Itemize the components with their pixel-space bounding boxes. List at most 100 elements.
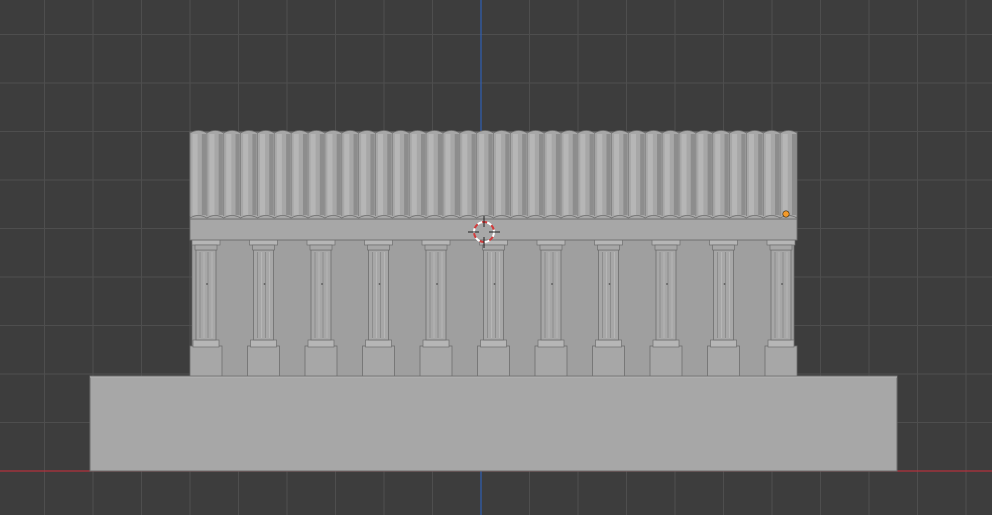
column-shaft bbox=[425, 249, 447, 341]
frieze-flute-highlight bbox=[732, 134, 738, 215]
object-origin-point[interactable] bbox=[782, 210, 790, 218]
vertex-dot bbox=[436, 283, 438, 285]
column-capital bbox=[249, 239, 278, 246]
column-capital bbox=[594, 239, 623, 246]
frieze-flute-shadow bbox=[690, 134, 695, 215]
3d-viewport[interactable] bbox=[0, 0, 992, 515]
frieze-flute-shadow bbox=[454, 134, 459, 215]
frieze-flute-highlight bbox=[428, 134, 434, 215]
frieze-scallop-top bbox=[678, 130, 697, 134]
frieze-flute-highlight bbox=[496, 134, 502, 215]
frieze-flute-highlight bbox=[647, 134, 653, 215]
column-plinth bbox=[477, 345, 510, 377]
frieze-flute-highlight bbox=[748, 134, 755, 215]
frieze-flute-highlight bbox=[546, 134, 552, 215]
column-plinth bbox=[764, 345, 798, 377]
frieze-flute-shadow bbox=[572, 134, 577, 215]
fluted-frieze[interactable] bbox=[189, 130, 798, 220]
frieze-scallop-top bbox=[543, 130, 562, 134]
column-shaft bbox=[598, 249, 619, 341]
frieze-scallop-top bbox=[425, 130, 444, 134]
frieze-flute-highlight bbox=[243, 134, 249, 215]
column-capital bbox=[421, 239, 451, 246]
frieze-flute-highlight bbox=[529, 134, 535, 215]
column-base-ring bbox=[767, 339, 795, 348]
frieze-flute-shadow bbox=[420, 134, 426, 215]
column-plinth bbox=[189, 345, 223, 377]
frieze-flute-shadow bbox=[741, 134, 746, 215]
frieze-flute-highlight bbox=[462, 134, 468, 215]
frieze-flute-highlight bbox=[681, 134, 687, 215]
column-plinth bbox=[592, 345, 625, 377]
frieze-flute-highlight bbox=[394, 134, 400, 215]
column-capital bbox=[364, 239, 393, 246]
column-plinth bbox=[419, 345, 453, 377]
frieze-flute-highlight bbox=[597, 134, 603, 215]
frieze-scallop-top bbox=[712, 130, 730, 134]
vertex-dot bbox=[608, 283, 611, 285]
column-base-ring bbox=[652, 339, 680, 348]
frieze-flute-highlight bbox=[715, 134, 721, 215]
frieze-flute-shadow bbox=[505, 134, 510, 215]
frieze-scallop-top bbox=[577, 130, 595, 134]
column-shaft bbox=[770, 249, 792, 341]
column-shaft bbox=[713, 249, 734, 341]
frieze-scallop-top bbox=[628, 130, 646, 134]
column-plinth bbox=[707, 345, 740, 377]
frieze-flute-highlight bbox=[512, 134, 518, 215]
frieze-flute-shadow bbox=[235, 134, 240, 215]
frieze-scallop-top bbox=[307, 130, 326, 134]
column-base-ring bbox=[365, 339, 392, 348]
frieze-scallop-top bbox=[392, 130, 410, 134]
column-plinth bbox=[247, 345, 280, 377]
frieze-flute-highlight bbox=[782, 134, 788, 215]
frieze-flute-highlight bbox=[226, 134, 232, 215]
frieze-scallop-top bbox=[493, 130, 511, 134]
viewport-canvas[interactable] bbox=[0, 0, 992, 515]
column-shaft bbox=[368, 249, 389, 341]
column-capital-neck bbox=[252, 244, 275, 251]
column-capital bbox=[651, 239, 681, 246]
column-capital bbox=[766, 239, 796, 246]
frieze-flute-shadow bbox=[606, 134, 611, 215]
vertex-dot bbox=[781, 283, 783, 285]
vertex-dot bbox=[551, 283, 553, 285]
column-base-ring bbox=[537, 339, 565, 348]
frieze-flute-highlight bbox=[445, 134, 451, 215]
frieze-flute-highlight bbox=[310, 134, 316, 215]
frieze-scallop-top bbox=[763, 130, 781, 134]
column-capital-neck bbox=[482, 244, 505, 251]
frieze-flute-shadow bbox=[286, 134, 291, 215]
frieze-flute-shadow bbox=[319, 134, 325, 215]
frieze-flute-shadow bbox=[269, 134, 274, 215]
frieze-scallop-top bbox=[476, 130, 494, 134]
column-shaft bbox=[195, 249, 217, 341]
column-shaft bbox=[310, 249, 332, 341]
temple-mesh[interactable] bbox=[89, 130, 898, 472]
column-shaft bbox=[483, 249, 504, 341]
frieze-flute-shadow bbox=[623, 134, 628, 215]
frieze-flute-shadow bbox=[775, 134, 780, 215]
frieze-flute-shadow bbox=[437, 134, 443, 215]
column-base-ring bbox=[480, 339, 507, 348]
frieze-flute-shadow bbox=[218, 134, 223, 215]
vertex-dot bbox=[321, 283, 323, 285]
frieze-flute-shadow bbox=[488, 134, 493, 215]
frieze-flute-highlight bbox=[192, 134, 198, 215]
frieze-flute-highlight bbox=[344, 134, 350, 215]
column-capital-neck bbox=[424, 244, 448, 251]
column-capital-neck bbox=[597, 244, 620, 251]
frieze-flute-highlight bbox=[259, 134, 266, 215]
column-capital bbox=[536, 239, 566, 246]
frieze-flute-shadow bbox=[791, 134, 797, 215]
frieze-flute-highlight bbox=[361, 134, 367, 215]
column-plinth bbox=[362, 345, 395, 377]
frieze-scallop-top bbox=[746, 130, 764, 134]
frieze-flute-shadow bbox=[387, 134, 392, 215]
frieze-flute-highlight bbox=[630, 134, 636, 215]
frieze-flute-highlight bbox=[765, 134, 771, 215]
frieze-flute-shadow bbox=[657, 134, 662, 215]
frieze-flute-shadow bbox=[758, 134, 763, 215]
vertex-dot bbox=[493, 283, 496, 285]
base-platform[interactable] bbox=[89, 375, 898, 472]
